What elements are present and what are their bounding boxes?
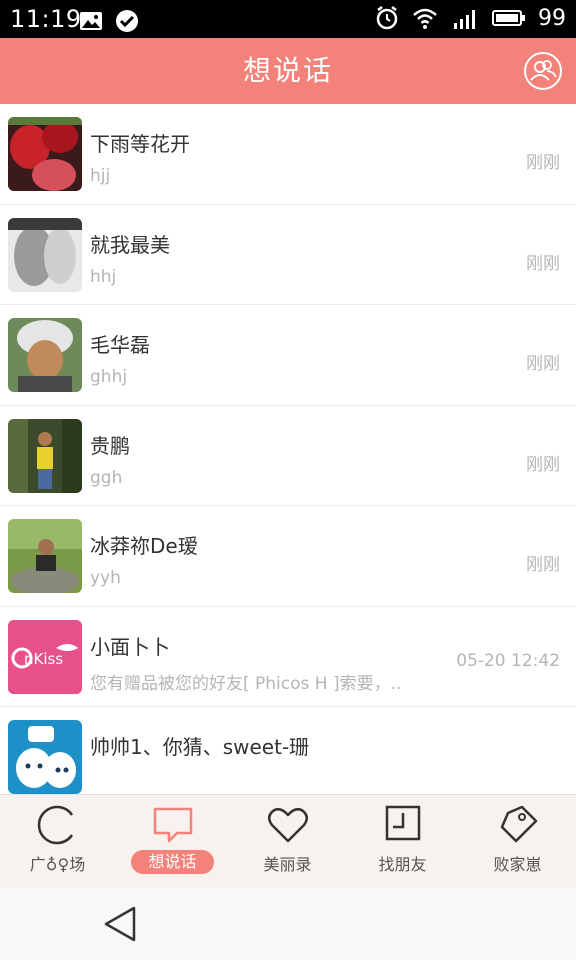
tab-label: 广♁♀场	[29, 855, 86, 874]
avatar	[8, 418, 82, 493]
tab-label: 美丽录	[263, 855, 312, 874]
contact-name: 下雨等花开	[90, 132, 190, 156]
message-time: 刚刚	[526, 153, 560, 173]
conversation-item[interactable]: 贵鹏 ggh 刚刚	[0, 406, 576, 506]
image-icon	[80, 12, 102, 30]
message-preview: yyh	[90, 568, 121, 588]
tab-beauty-log[interactable]: 美丽录	[230, 795, 345, 889]
wifi-icon	[413, 8, 437, 29]
system-nav-bar	[0, 888, 576, 960]
conversation-item[interactable]: nKiss 小面卜卜 您有赠品被您的好友[ Phicos H ]索要，.. 05…	[0, 607, 576, 707]
conversation-item[interactable]: 毛华磊 ghhj 刚刚	[0, 305, 576, 406]
signal-icon	[454, 10, 475, 29]
message-time: 刚刚	[526, 555, 560, 575]
conversation-item[interactable]: 帅帅1、你猜、sweet-珊	[0, 707, 576, 794]
conversation-list: 下雨等花开 hjj 刚刚 就我最美 hhj 刚刚 毛华磊 ghhj 刚刚 贵鹏 …	[0, 104, 576, 794]
conversation-item[interactable]: 冰莽祢De瑷 yyh 刚刚	[0, 506, 576, 607]
message-preview: ghhj	[90, 367, 128, 387]
message-preview: ggh	[90, 467, 123, 488]
message-preview: 您有赠品被您的好友[ Phicos H ]索要，..	[90, 673, 402, 694]
back-icon[interactable]	[100, 906, 140, 942]
users-icon	[530, 60, 557, 81]
contact-name: 毛华磊	[90, 333, 150, 357]
conversation-item[interactable]: 就我最美 hhj 刚刚	[0, 205, 576, 305]
message-time: 刚刚	[526, 354, 560, 374]
tab-chat[interactable]: 想说话	[115, 795, 230, 889]
battery-icon	[492, 10, 525, 26]
heart-icon	[268, 807, 308, 843]
bottom-tab-bar: 广♁♀场 想说话 美丽录 找朋友 败家崽	[0, 794, 576, 888]
avatar	[8, 217, 82, 292]
tab-label: 找朋友	[378, 855, 427, 874]
contact-name: 帅帅1、你猜、sweet-珊	[90, 735, 310, 759]
tab-label: 败家崽	[493, 855, 542, 874]
tag-icon	[500, 805, 538, 843]
contact-name: 就我最美	[90, 232, 170, 257]
message-time: 刚刚	[526, 253, 560, 274]
alarm-icon	[376, 6, 398, 30]
battery-level: 99	[538, 5, 566, 31]
message-time: 刚刚	[526, 454, 560, 475]
avatar	[8, 318, 82, 392]
check-circle-icon	[116, 10, 138, 32]
message-preview: hhj	[90, 266, 117, 287]
tab-label: 想说话	[131, 850, 214, 874]
page-title: 想说话	[242, 54, 333, 87]
frame-icon	[385, 805, 421, 841]
contact-name: 冰莽祢De瑷	[90, 534, 198, 558]
chat-bubble-icon	[153, 807, 193, 843]
ring-icon	[37, 805, 74, 845]
avatar	[8, 720, 82, 794]
profile-button[interactable]	[524, 52, 562, 90]
avatar	[8, 117, 82, 191]
status-bar: 11:19 99	[0, 0, 576, 38]
avatar-logo-text: nKiss	[24, 650, 63, 668]
tab-find-friends[interactable]: 找朋友	[345, 795, 460, 889]
contact-name: 小面卜卜	[90, 634, 170, 659]
avatar: nKiss	[8, 619, 82, 694]
tab-square[interactable]: 广♁♀场	[0, 795, 115, 889]
app-header: 想说话	[0, 38, 576, 104]
status-time: 11:19	[10, 5, 82, 33]
tab-shopping[interactable]: 败家崽	[460, 795, 575, 889]
conversation-item[interactable]: 下雨等花开 hjj 刚刚	[0, 104, 576, 205]
contact-name: 贵鹏	[90, 433, 130, 458]
message-time: 05-20 12:42	[456, 650, 560, 671]
avatar	[8, 519, 82, 593]
message-preview: hjj	[90, 166, 111, 186]
